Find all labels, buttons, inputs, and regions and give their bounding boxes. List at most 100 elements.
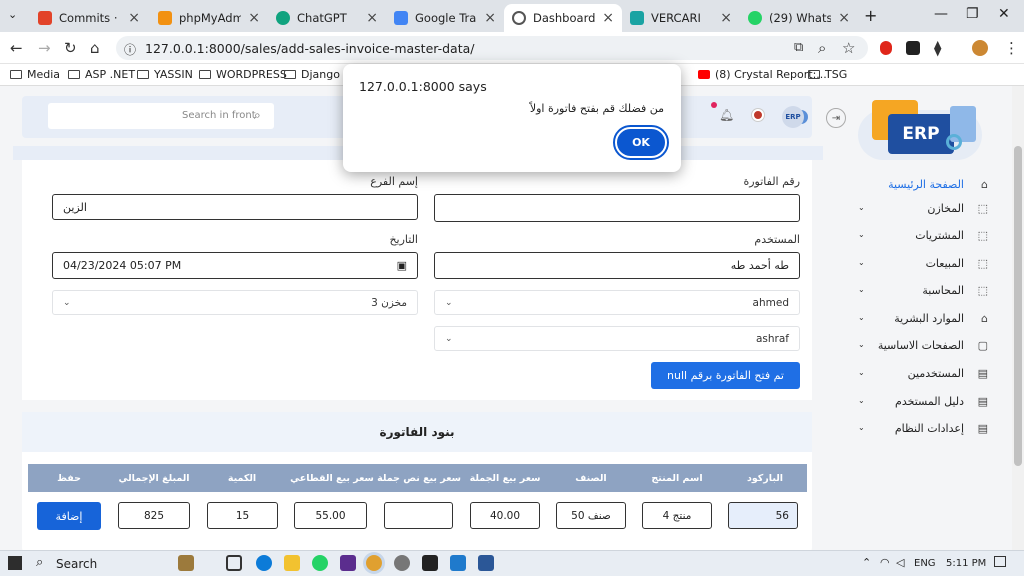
- zoom-icon[interactable]: ⌕: [818, 39, 826, 57]
- terminal-icon[interactable]: [422, 555, 438, 571]
- close-tab-icon[interactable]: ×: [366, 10, 378, 26]
- sidebar-item-purchases[interactable]: ⬚ المشتريات ⌄: [858, 227, 998, 247]
- browser-tab[interactable]: ChatGPT ×: [268, 4, 386, 32]
- browser-tab[interactable]: Google Translat ×: [386, 4, 504, 32]
- open-invoice-button[interactable]: تم فتح الفاتورة برقم null: [651, 362, 800, 389]
- chrome-icon[interactable]: [366, 555, 382, 571]
- tab-search-chevron-icon[interactable]: ⌄: [8, 8, 17, 21]
- taskbar-search-label[interactable]: Search: [56, 557, 97, 571]
- half-wholesale-price-input[interactable]: [384, 502, 453, 529]
- edge-icon[interactable]: [256, 555, 272, 571]
- sidebar-item-users[interactable]: ▤ المستخدمين ⌄: [858, 365, 998, 385]
- bookmark-asp-net[interactable]: ASP .NET: [68, 68, 135, 81]
- reload-icon[interactable]: ↻: [64, 39, 77, 57]
- windows-start-icon[interactable]: [8, 556, 22, 570]
- search-icon[interactable]: ⌕: [36, 555, 43, 570]
- close-window-icon[interactable]: ✕: [998, 6, 1010, 22]
- browser-tab[interactable]: phpMyAdmin ×: [150, 4, 268, 32]
- close-tab-icon[interactable]: ×: [248, 10, 260, 26]
- delegate-select[interactable]: ashraf ⌄: [434, 326, 800, 351]
- scrollbar-thumb[interactable]: [1014, 146, 1022, 466]
- total-amount-input[interactable]: 825: [118, 502, 190, 529]
- app-icon[interactable]: [340, 555, 356, 571]
- branch-field[interactable]: الزين: [52, 194, 418, 220]
- add-item-button[interactable]: إضافة: [37, 502, 101, 530]
- home-icon[interactable]: ⌂: [90, 39, 100, 57]
- notifications-icon[interactable]: [994, 556, 1006, 567]
- close-tab-icon[interactable]: ×: [720, 10, 732, 26]
- barcode-input[interactable]: 56: [728, 502, 798, 529]
- bookmark-media[interactable]: Media: [10, 68, 60, 81]
- column-header: اسم المنتج: [651, 473, 703, 484]
- whatsapp-icon[interactable]: [312, 555, 328, 571]
- sidebar-item-settings[interactable]: ▤ إعدادات النظام ⌄: [858, 420, 998, 440]
- minimize-icon[interactable]: —: [934, 6, 948, 22]
- close-tab-icon[interactable]: ×: [484, 10, 496, 26]
- quantity-input[interactable]: 15: [207, 502, 278, 529]
- bell-icon[interactable]: 🔔︎: [719, 108, 734, 122]
- category-input[interactable]: صنف 50: [556, 502, 626, 529]
- user-field[interactable]: طه أحمد طه: [434, 252, 800, 279]
- task-view-icon[interactable]: [226, 555, 242, 571]
- file-explorer-icon[interactable]: [284, 555, 300, 571]
- sidebar-item-stores[interactable]: ⬚ المخازن ⌄: [858, 200, 998, 220]
- sidebar-item-sales[interactable]: ⬚ المبيعات ⌄: [858, 255, 998, 275]
- sidebar-item-home[interactable]: ⌂ الصفحة الرئيسية: [858, 176, 998, 196]
- back-icon[interactable]: ←: [10, 39, 23, 57]
- date-field[interactable]: 04/23/2024 05:07 PM ▣: [52, 252, 418, 279]
- bookmark-wordpress[interactable]: WORDPRESS: [199, 68, 287, 81]
- search-icon[interactable]: ⌕: [254, 108, 261, 123]
- browser-tab[interactable]: Commits · master ×: [30, 4, 148, 32]
- calendar-icon[interactable]: ▣: [397, 259, 407, 272]
- bookmark-star-icon[interactable]: ☆: [842, 39, 855, 57]
- app-icon[interactable]: [394, 555, 410, 571]
- column-header: سعر بيع نص جملة: [377, 473, 461, 484]
- chevron-down-icon: ⌄: [858, 285, 865, 294]
- wholesale-price-input[interactable]: 40.00: [470, 502, 540, 529]
- forward-icon[interactable]: →: [38, 39, 51, 57]
- clock[interactable]: 5:11 PM: [946, 558, 986, 569]
- column-header: حفظ: [57, 473, 81, 484]
- customer-select[interactable]: ahmed ⌄: [434, 290, 800, 315]
- vscode-icon[interactable]: [450, 555, 466, 571]
- globe-icon: [512, 11, 526, 25]
- retail-price-input[interactable]: 55.00: [294, 502, 367, 529]
- bookmark-yassin[interactable]: YASSIN: [137, 68, 193, 81]
- wifi-icon[interactable]: ◠: [880, 556, 890, 569]
- extensions-puzzle-icon[interactable]: ⧫: [934, 39, 941, 57]
- store-select[interactable]: مخزن 3 ⌄: [52, 290, 418, 315]
- sidebar-item-basic-pages[interactable]: ▢ الصفحات الاساسية ⌄: [858, 337, 998, 357]
- sidebar-item-hr[interactable]: ⌂ الموارد البشرية ⌄: [858, 310, 998, 330]
- url-text[interactable]: 127.0.0.1:8000/sales/add-sales-invoice-m…: [145, 41, 474, 56]
- sidebar-item-user-guide[interactable]: ▤ دليل المستخدم ⌄: [858, 393, 998, 413]
- language-indicator[interactable]: ENG: [914, 558, 936, 569]
- maximize-icon[interactable]: ❐: [966, 6, 979, 22]
- new-tab-icon[interactable]: +: [864, 6, 877, 25]
- close-tab-icon[interactable]: ×: [838, 10, 850, 26]
- close-tab-icon[interactable]: ×: [128, 10, 140, 26]
- product-input[interactable]: منتج 4: [642, 502, 712, 529]
- word-icon[interactable]: [478, 555, 494, 571]
- box-icon: ⬚: [977, 202, 988, 215]
- dialog-ok-button[interactable]: OK: [613, 125, 669, 160]
- close-tab-icon[interactable]: ×: [602, 10, 614, 26]
- translate-icon[interactable]: ⧉: [794, 40, 803, 55]
- profile-avatar[interactable]: [972, 40, 988, 56]
- tray-chevron-up-icon[interactable]: ⌃: [862, 556, 871, 569]
- browser-tab-active[interactable]: Dashboard | Fro ×: [504, 4, 622, 32]
- bookmark-django[interactable]: Django: [284, 68, 340, 81]
- volume-icon[interactable]: ◁: [896, 556, 904, 569]
- language-flag-icon[interactable]: [752, 109, 764, 121]
- invoice-number-field[interactable]: [434, 194, 800, 222]
- browser-tab[interactable]: VERCARI ×: [622, 4, 740, 32]
- chevron-down-icon: ⌄: [858, 313, 865, 322]
- collapse-sidebar-icon[interactable]: ⇥: [826, 108, 846, 128]
- browser-menu-icon[interactable]: ⋮: [1004, 39, 1019, 57]
- bookmark-tsg[interactable]: TSG: [808, 68, 847, 81]
- site-info-icon[interactable]: ⓘ: [124, 41, 136, 58]
- extension-icon[interactable]: [906, 41, 920, 55]
- opera-extension-icon[interactable]: [880, 41, 892, 55]
- erp-avatar-icon[interactable]: ERP: [782, 106, 804, 128]
- browser-tab[interactable]: (29) WhatsApp ×: [740, 4, 858, 32]
- sidebar-item-accounting[interactable]: ⬚ المحاسبة ⌄: [858, 282, 998, 302]
